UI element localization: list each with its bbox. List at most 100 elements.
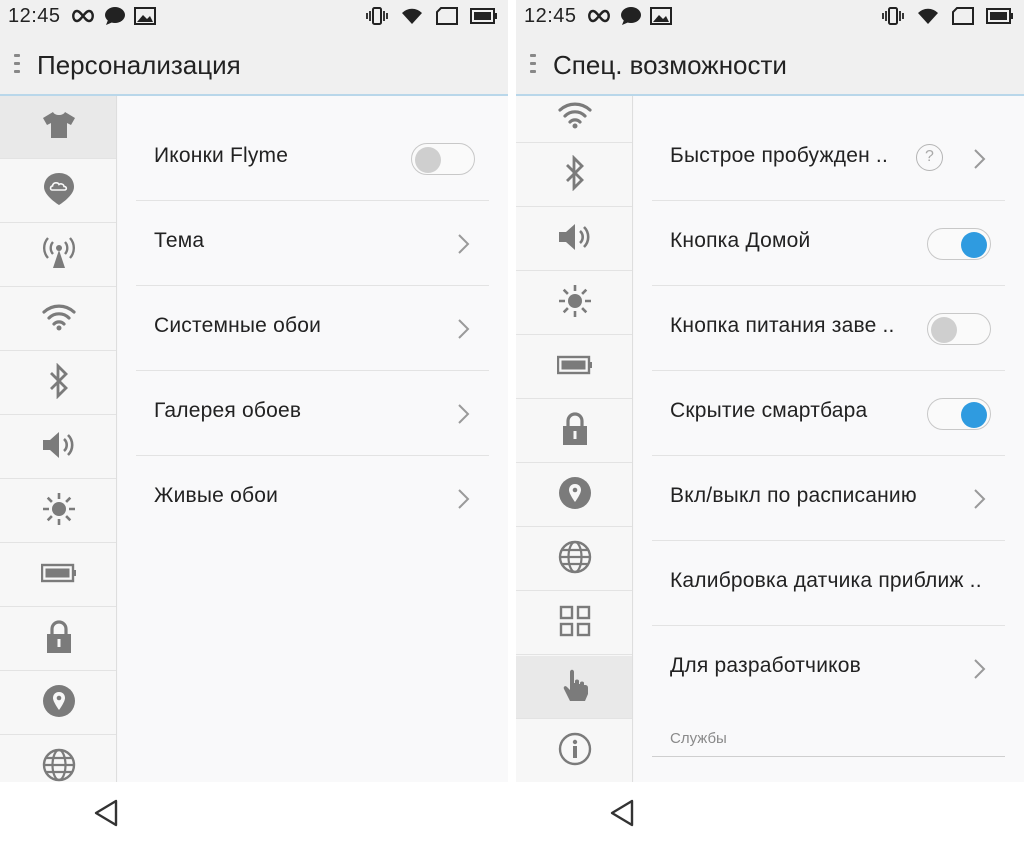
page-title: Персонализация <box>37 50 241 80</box>
settings-row-live-wallpaper[interactable]: Живые обои <box>136 456 489 541</box>
image-icon <box>650 7 672 30</box>
sidebar-item-about[interactable] <box>516 720 632 782</box>
chevron-right-icon <box>453 488 473 510</box>
drawer-menu-icon[interactable] <box>530 54 536 76</box>
sidebar-item-cloud[interactable] <box>0 160 116 223</box>
lock-icon <box>560 411 590 451</box>
bluetooth-icon <box>47 362 71 404</box>
app-bar: Персонализация <box>0 34 508 96</box>
drawer-menu-icon[interactable] <box>14 54 20 76</box>
settings-list: Быстрое пробужден .. ? Кнопка Домой Кноп… <box>634 96 1024 782</box>
volume-icon <box>557 222 593 257</box>
navigation-bar <box>516 782 1024 846</box>
power-button-toggle[interactable] <box>927 313 991 345</box>
hotspot-icon <box>41 236 77 274</box>
sidebar-item-battery[interactable] <box>0 544 116 607</box>
tshirt-icon <box>42 110 76 145</box>
sidebar-item-bluetooth[interactable] <box>0 352 116 415</box>
accessibility-screen: 12:45 Спец. возможности Быстрое пробужде… <box>516 0 1024 846</box>
settings-row-flyme-icons[interactable]: Иконки Flyme <box>136 116 489 201</box>
infinity-icon <box>586 9 612 28</box>
brightness-icon <box>557 283 593 324</box>
row-label: Быстрое пробужден .. <box>670 144 888 167</box>
sim-card-icon <box>952 7 974 30</box>
info-icon <box>558 732 592 771</box>
back-triangle-icon[interactable] <box>92 798 120 828</box>
settings-list: Иконки Flyme Тема Системные обои Галерея… <box>118 96 508 782</box>
row-label: Иконки Flyme <box>154 144 289 167</box>
globe-icon <box>42 748 76 783</box>
settings-category-sidebar <box>516 96 633 782</box>
lock-icon <box>44 619 74 659</box>
settings-row-scheduled-power[interactable]: Вкл/выкл по расписанию <box>652 456 1005 541</box>
apps-grid-icon <box>559 605 591 642</box>
row-label: Кнопка питания заве .. <box>670 314 895 337</box>
chevron-right-icon <box>453 318 473 340</box>
globe-icon <box>558 540 592 579</box>
back-triangle-icon[interactable] <box>608 798 636 828</box>
settings-row-quick-wakeup[interactable]: Быстрое пробужден .. ? <box>652 116 1005 201</box>
settings-row-wallpaper-gallery[interactable]: Галерея обоев <box>136 371 489 456</box>
settings-row-theme[interactable]: Тема <box>136 201 489 286</box>
settings-row-system-wallpaper[interactable]: Системные обои <box>136 286 489 371</box>
hide-smartbar-toggle[interactable] <box>927 398 991 430</box>
section-header-services: Службы <box>670 730 727 747</box>
sidebar-item-display[interactable] <box>0 480 116 543</box>
sidebar-item-language[interactable] <box>0 736 116 783</box>
sidebar-item-wifi[interactable] <box>0 288 116 351</box>
cloud-location-icon <box>43 172 75 211</box>
wifi-icon <box>557 101 593 134</box>
settings-row-proximity-calibration[interactable]: Калибровка датчика приближ .. <box>652 541 1005 626</box>
sidebar-item-wifi[interactable] <box>516 96 632 143</box>
chevron-right-icon <box>969 488 989 510</box>
chevron-right-icon <box>969 658 989 680</box>
chevron-right-icon <box>453 233 473 255</box>
volume-icon <box>41 430 77 465</box>
chevron-right-icon <box>969 148 989 170</box>
personalization-screen: 12:45 Персонализация Иконки Flyme Тема С… <box>0 0 508 846</box>
sidebar-item-personalization[interactable] <box>0 96 116 159</box>
settings-row-power-button[interactable]: Кнопка питания заве .. <box>652 286 1005 371</box>
status-time: 12:45 <box>8 5 61 27</box>
flyme-icons-toggle[interactable] <box>411 143 475 175</box>
sidebar-item-display[interactable] <box>516 272 632 335</box>
home-button-toggle[interactable] <box>927 228 991 260</box>
battery-icon <box>986 7 1014 30</box>
sidebar-item-sound[interactable] <box>0 416 116 479</box>
settings-row-developer-options[interactable]: Для разработчиков <box>652 626 1005 711</box>
row-label: Скрытие смартбара <box>670 399 868 422</box>
location-pin-icon <box>558 476 592 515</box>
sidebar-item-hotspot[interactable] <box>0 224 116 287</box>
sidebar-item-battery[interactable] <box>516 336 632 399</box>
help-icon[interactable]: ? <box>916 144 943 171</box>
image-icon <box>134 7 156 30</box>
section-divider <box>652 756 1005 757</box>
message-bubble-icon <box>104 6 126 31</box>
sidebar-item-bluetooth[interactable] <box>516 144 632 207</box>
status-bar: 12:45 <box>516 0 1024 34</box>
sidebar-item-location[interactable] <box>516 464 632 527</box>
settings-row-home-button[interactable]: Кнопка Домой <box>652 201 1005 286</box>
wifi-icon <box>916 6 940 31</box>
location-pin-icon <box>42 684 76 723</box>
wifi-icon <box>41 303 77 336</box>
vibrate-icon <box>366 6 388 31</box>
sidebar-item-location[interactable] <box>0 672 116 735</box>
sidebar-item-accessibility[interactable] <box>516 656 632 719</box>
status-bar: 12:45 <box>0 0 508 34</box>
sidebar-item-security[interactable] <box>0 608 116 671</box>
row-label: Калибровка датчика приближ .. <box>670 569 982 592</box>
sidebar-item-apps[interactable] <box>516 592 632 655</box>
row-label: Кнопка Домой <box>670 229 811 252</box>
sidebar-item-language[interactable] <box>516 528 632 591</box>
bluetooth-icon <box>563 154 587 196</box>
row-label: Для разработчиков <box>670 654 861 677</box>
battery-icon <box>470 7 498 30</box>
app-bar: Спец. возможности <box>516 34 1024 96</box>
status-time: 12:45 <box>524 5 577 27</box>
sidebar-item-sound[interactable] <box>516 208 632 271</box>
sim-card-icon <box>436 7 458 30</box>
sidebar-item-security[interactable] <box>516 400 632 463</box>
page-title: Спец. возможности <box>553 50 787 80</box>
settings-row-hide-smartbar[interactable]: Скрытие смартбара <box>652 371 1005 456</box>
